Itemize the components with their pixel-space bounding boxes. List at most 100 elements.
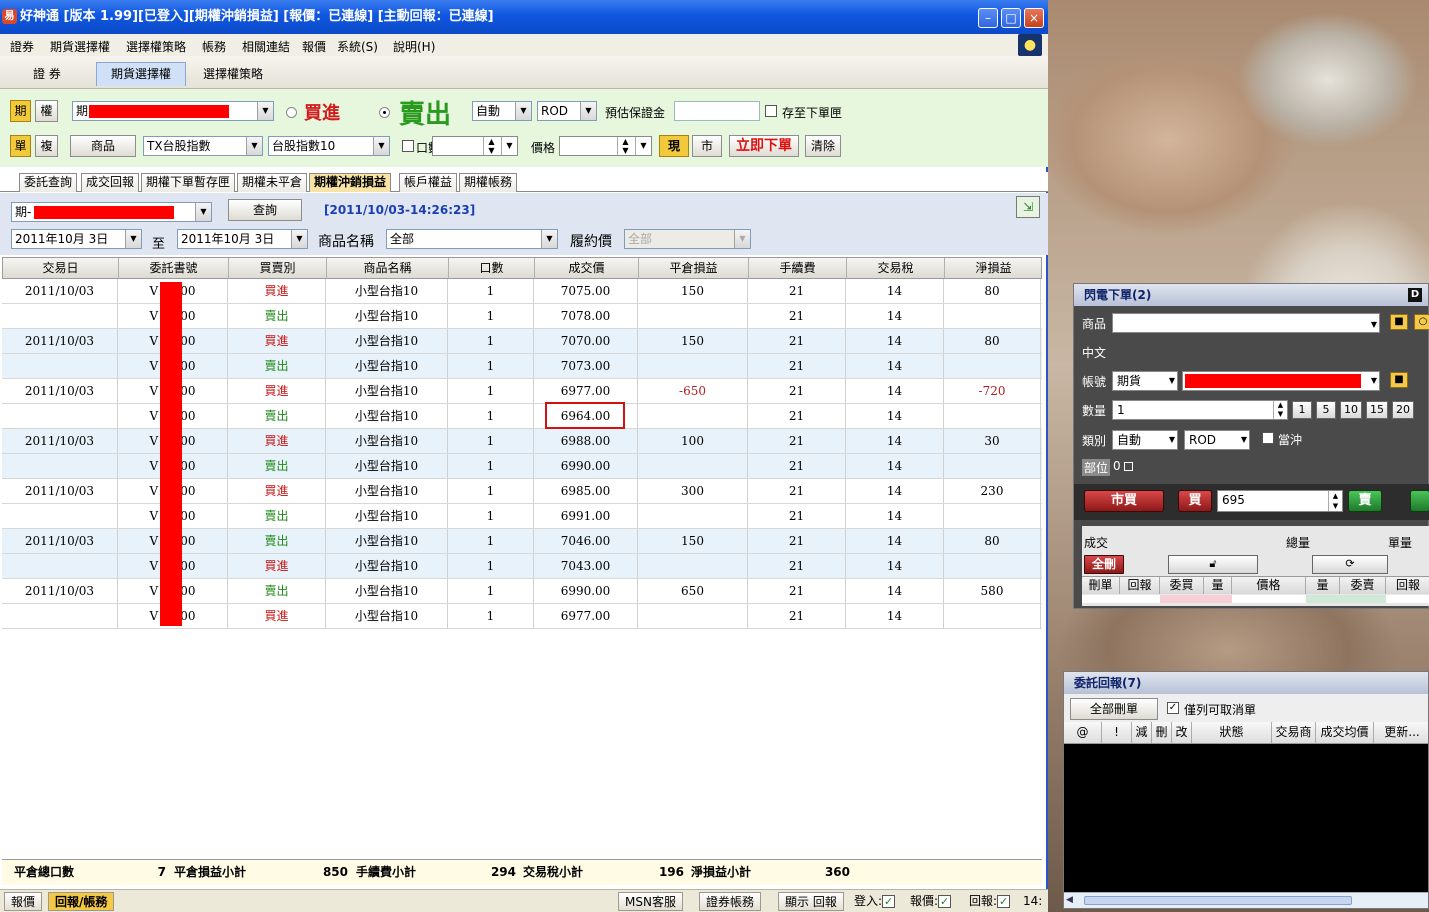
order-type-select[interactable]: 自動 ▼	[472, 101, 532, 121]
flash-price-input[interactable]: 695 ▲ ▼	[1217, 490, 1343, 512]
future-mode-button[interactable]: 期	[10, 100, 31, 122]
submit-order-button[interactable]: 立即下單	[729, 135, 799, 157]
sell-button[interactable]: 賣	[1348, 490, 1382, 512]
qty-preset-10[interactable]: 10	[1340, 401, 1362, 419]
table-row[interactable]: 2011/10/03 V 00 買進 小型台指10 1 6988.00 100 21 14 30	[2, 429, 1042, 454]
col-side[interactable]: 買賣別	[229, 258, 327, 279]
col-net[interactable]: 淨損益	[945, 258, 1042, 279]
col-product[interactable]: 商品名稱	[327, 258, 449, 279]
delete-all-button[interactable]: 全刪	[1084, 555, 1124, 574]
qty-preset-1[interactable]: 1	[1292, 401, 1312, 419]
qty-stepper[interactable]: ▲ ▼ ▼	[432, 136, 518, 156]
product-name-select[interactable]: 全部 ▼	[386, 229, 558, 249]
sell-radio[interactable]	[379, 107, 390, 118]
tab-open-positions[interactable]: 期權未平倉	[237, 173, 308, 192]
flash-account-type-select[interactable]: 期貨 ▼	[1112, 371, 1178, 391]
search-icon[interactable]: ○	[1414, 314, 1429, 330]
ladder-row[interactable]	[1082, 595, 1429, 603]
col-qty[interactable]: 口數	[449, 258, 535, 279]
minimize-button[interactable]: –	[978, 8, 998, 28]
account-select[interactable]: 期 ▼	[72, 101, 274, 121]
menu-quotes[interactable]: 報價	[302, 38, 326, 55]
scroll-left-icon[interactable]: ◀	[1066, 895, 1073, 905]
product-button[interactable]: 商品	[70, 135, 136, 157]
delete-all-orders-button[interactable]: 全部刪單	[1070, 698, 1158, 720]
date-from-picker[interactable]: 2011年10月 3日 ▼	[11, 229, 142, 249]
only-cancelable-checkbox[interactable]: ✓	[1167, 702, 1179, 714]
flash-qty-stepper[interactable]: 1 ▲ ▼	[1112, 400, 1288, 420]
table-row[interactable]: V 00 賣出 小型台指10 1 7078.00 21 14	[2, 304, 1042, 329]
msn-support-button[interactable]: MSN客服	[618, 892, 683, 911]
table-row[interactable]: 2011/10/03 V 00 賣出 小型台指10 1 6990.00 650 21 14 580	[2, 579, 1042, 604]
col-fee[interactable]: 手續費	[749, 258, 847, 279]
tab-order-box[interactable]: 期權下單暫存匣	[141, 173, 236, 192]
qty-preset-15[interactable]: 15	[1366, 401, 1388, 419]
tab-order-query[interactable]: 委託查詢	[19, 173, 78, 192]
spin-icon[interactable]: ▲ ▼	[1328, 491, 1342, 511]
rcol-updated[interactable]: 更新...	[1374, 722, 1429, 743]
lock-icon[interactable]: ■	[1390, 314, 1408, 330]
price-stepper[interactable]: ▲ ▼ ▼	[559, 136, 652, 156]
rcol-broker[interactable]: 交易商	[1272, 722, 1316, 743]
table-row[interactable]: 2011/10/03 V 00 賣出 小型台指10 1 7046.00 150 21 14 80	[2, 529, 1042, 554]
show-report-button[interactable]: 顯示 回報	[778, 892, 844, 911]
menu-securities[interactable]: 證券	[10, 38, 34, 55]
daytrade-checkbox[interactable]	[1262, 432, 1274, 444]
chevron-down-icon[interactable]: ▼	[501, 137, 517, 155]
close-button[interactable]: ×	[1024, 8, 1044, 28]
tab-realized-pnl[interactable]: 期權沖銷損益	[309, 173, 392, 192]
clear-button[interactable]: 清除	[805, 135, 841, 157]
single-button[interactable]: 單	[10, 135, 31, 157]
tab-account-equity[interactable]: 帳戶權益	[399, 173, 458, 192]
flash-type-select[interactable]: 自動 ▼	[1112, 430, 1178, 450]
market-sell-button[interactable]	[1410, 490, 1429, 512]
table-row[interactable]: V 00 賣出 小型台指10 1 6964.00 21 14	[2, 404, 1042, 429]
rcol-delete[interactable]: 刪	[1152, 722, 1172, 743]
table-row[interactable]: V 00 買進 小型台指10 1 6977.00 21 14	[2, 604, 1042, 629]
rcol-at[interactable]: @	[1064, 722, 1102, 743]
market-price-button[interactable]: 市	[692, 135, 722, 157]
limit-price-button[interactable]: 現	[659, 135, 689, 157]
table-row[interactable]: V 00 賣出 小型台指10 1 7073.00 21 14	[2, 354, 1042, 379]
lightbulb-icon[interactable]: ●	[1018, 34, 1042, 56]
product-select[interactable]: TX台股指數 ▼	[143, 136, 263, 156]
combo-button[interactable]: 複	[35, 135, 58, 157]
col-price[interactable]: 成交價	[535, 258, 639, 279]
horizontal-scrollbar[interactable]: ◀	[1064, 892, 1428, 908]
position-toggle-icon[interactable]	[1124, 462, 1133, 471]
col-tax[interactable]: 交易稅	[847, 258, 945, 279]
contract-select[interactable]: 台股指數10 ▼	[268, 136, 390, 156]
table-row[interactable]: 2011/10/03 V 00 買進 小型台指10 1 7070.00 150 21 14 80	[2, 329, 1042, 354]
chevron-down-icon[interactable]: ▼	[635, 137, 651, 155]
scrollbar-thumb[interactable]	[1084, 896, 1352, 905]
menu-futures-options[interactable]: 期貨選擇權	[50, 38, 110, 55]
flash-product-input[interactable]: ▼	[1112, 313, 1380, 333]
option-mode-button[interactable]: 權	[35, 100, 58, 122]
query-account-select[interactable]: 期- ▼	[11, 202, 212, 222]
lock-icon[interactable]: ■	[1390, 372, 1408, 388]
tab-futures-options[interactable]: 期貨選擇權	[96, 62, 187, 86]
spin-icon[interactable]: ▲ ▼	[617, 137, 633, 155]
buy-radio[interactable]	[286, 107, 297, 118]
rcol-status[interactable]: 狀態	[1192, 722, 1272, 743]
menu-accounts[interactable]: 帳務	[202, 38, 226, 55]
flash-order-badge[interactable]: D	[1408, 288, 1422, 302]
table-row[interactable]: V 00 賣出 小型台指10 1 6990.00 21 14	[2, 454, 1042, 479]
table-row[interactable]: V 00 賣出 小型台指10 1 6991.00 21 14	[2, 504, 1042, 529]
maximize-button[interactable]: □	[1001, 8, 1021, 28]
menu-system[interactable]: 系統(S)	[337, 38, 378, 55]
table-row[interactable]: 2011/10/03 V 00 買進 小型台指10 1 6985.00 300 21 14 230	[2, 479, 1042, 504]
spin-icon[interactable]: ▲ ▼	[483, 137, 499, 155]
menu-option-strategy[interactable]: 選擇權策略	[126, 38, 186, 55]
refresh-icon[interactable]: ⟳	[1312, 555, 1388, 574]
query-button[interactable]: 查詢	[228, 199, 302, 221]
rcol-modify[interactable]: 改	[1172, 722, 1192, 743]
flash-order-title-bar[interactable]: 閃電下單(2) D	[1074, 284, 1428, 306]
date-to-picker[interactable]: 2011年10月 3日 ▼	[177, 229, 308, 249]
tab-option-strategy[interactable]: 選擇權策略	[188, 62, 278, 86]
stock-ledger-button[interactable]: 證券帳務	[699, 892, 762, 911]
col-pnl[interactable]: 平倉損益	[639, 258, 749, 279]
tab-account-ledger[interactable]: 期權帳務	[459, 173, 518, 192]
unlock-icon[interactable]: 🔓︎	[1168, 555, 1258, 574]
tab-report-ledger[interactable]: 回報/帳務	[48, 892, 115, 911]
